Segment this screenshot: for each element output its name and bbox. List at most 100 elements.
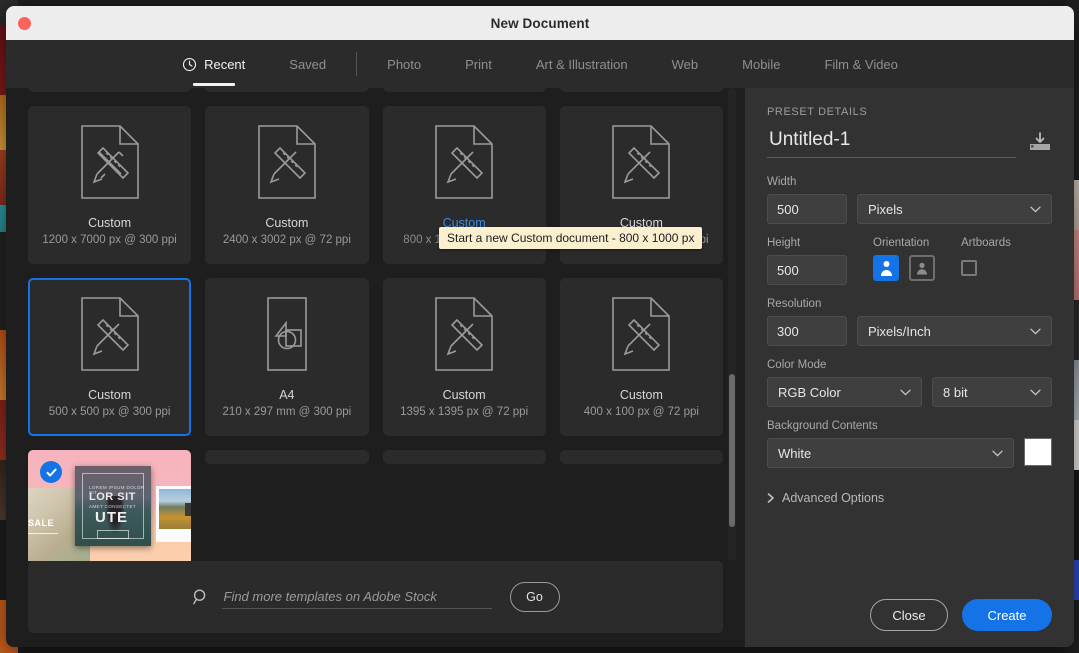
preset-details-heading: PRESET DETAILS [767,106,868,118]
height-label: Height [767,237,801,249]
tab-recent-label: Recent [204,56,246,72]
stock-search-go-button[interactable]: Go [509,582,560,612]
tab-film-label: Film & Video [824,56,898,72]
resolution-label: Resolution [767,298,822,310]
preset-card-partial[interactable] [28,88,192,92]
artboards-checkbox[interactable] [961,260,977,276]
width-unit-value: Pixels [868,201,903,217]
stock-search-input[interactable] [221,585,492,609]
orientation-label: Orientation [873,237,930,249]
preset-card[interactable]: Custom 2400 x 3002 px @ 72 ppi [205,106,369,264]
tab-print-label: Print [465,56,492,72]
preset-card-selected[interactable]: Custom 500 x 500 px @ 300 ppi [28,278,192,436]
preset-card[interactable]: Custom 400 x 100 px @ 72 ppi [559,278,723,436]
document-name-input[interactable] [767,127,1016,158]
color-mode-select[interactable]: RGB Color [767,377,922,407]
tab-art-illustration[interactable]: Art & Illustration [514,40,650,88]
background-color-swatch[interactable] [1024,438,1052,466]
thumbnail-image-center: LOREM IPSUM DOLOR SIT LOR SIT AMET CONSE… [75,466,151,546]
tab-mobile[interactable]: Mobile [720,40,802,88]
preset-card-partial[interactable] [382,450,546,464]
tab-art-label: Art & Illustration [535,56,628,72]
color-mode-row: RGB Color 8 bit [767,377,1052,407]
preset-card-partial[interactable] [205,88,369,92]
width-label: Width [767,176,797,188]
preset-card-partial[interactable] [205,450,369,464]
tab-divider [356,52,358,76]
background-contents-row: White [767,438,1052,468]
height-group: Height [767,237,847,285]
preset-card-subtitle: 500 x 500 px @ 300 ppi [48,406,171,418]
vertical-scrollbar[interactable] [728,88,736,561]
document-pencil-ruler-icon [435,297,493,371]
portrait-icon [880,261,892,276]
document-name-row [767,127,1052,158]
height-input[interactable] [767,255,847,285]
search-icon [192,589,205,605]
stock-template-card[interactable]: SALE LOREM IPSUM DOLOR SIT LOR SIT AMET … [28,450,192,561]
new-document-dialog: New Document Recent Saved Photo Print Ar… [6,6,1074,647]
chevron-down-icon [992,450,1003,457]
scrollbar-thumb[interactable] [729,374,735,527]
document-pencil-ruler-icon [258,125,316,199]
save-preset-icon[interactable] [1028,132,1052,152]
background-contents-select[interactable]: White [767,438,1014,468]
sale-underline [28,533,58,534]
check-icon [40,461,62,483]
preset-card-subtitle: 1200 x 7000 px @ 300 ppi [42,234,177,246]
tab-film-video[interactable]: Film & Video [802,40,919,88]
preset-card-partial[interactable] [559,88,723,92]
bit-depth-select[interactable]: 8 bit [932,377,1052,407]
stock-template-thumbnail: SALE LOREM IPSUM DOLOR SIT LOR SIT AMET … [28,450,192,561]
artboard-shapes-icon [267,297,307,371]
resolution-unit-select[interactable]: Pixels/Inch [857,316,1052,346]
resolution-input[interactable] [767,316,847,346]
category-tabbar: Recent Saved Photo Print Art & Illustrat… [6,40,1074,88]
color-mode-label: Color Mode [767,359,827,371]
tab-recent[interactable]: Recent [160,40,267,88]
preset-card-title: Custom [442,388,486,402]
color-mode-value: RGB Color [778,384,841,400]
sale-label: SALE [28,518,55,528]
tab-photo-label: Photo [387,56,422,72]
width-input[interactable] [767,194,847,224]
tab-saved[interactable]: Saved [267,40,348,88]
tab-photo[interactable]: Photo [365,40,443,88]
create-button[interactable]: Create [962,599,1052,631]
preset-card[interactable]: Custom 1200 x 7000 px @ 300 ppi [28,106,192,264]
advanced-options-toggle[interactable]: Advanced Options [767,491,1052,505]
preset-card-subtitle: 210 x 297 mm @ 300 ppi [222,406,352,418]
dialog-titlebar: New Document [6,6,1074,40]
preset-card-partial[interactable] [559,450,723,464]
dialog-body: Custom 1200 x 7000 px @ 300 ppi Custom 2… [6,88,1074,647]
preset-card-title: Custom [88,216,132,230]
close-window-button[interactable] [18,17,31,30]
templates-pane: Custom 1200 x 7000 px @ 300 ppi Custom 2… [6,88,745,647]
thumbnail-photo [159,489,192,529]
preset-tooltip: Start a new Custom document - 800 x 1000… [439,227,703,249]
advanced-options-label: Advanced Options [782,491,885,505]
landscape-orientation-button[interactable] [909,255,935,281]
preset-card-title: Custom [265,216,309,230]
thumbnail-image-right [156,486,192,542]
resolution-unit-value: Pixels/Inch [868,323,931,339]
tab-print[interactable]: Print [443,40,514,88]
close-button[interactable]: Close [870,599,948,631]
chevron-down-icon [1030,206,1041,213]
preset-grid-scroll-area[interactable]: Custom 1200 x 7000 px @ 300 ppi Custom 2… [6,88,745,561]
chevron-down-icon [900,389,911,396]
width-row: Pixels [767,194,1052,224]
width-unit-select[interactable]: Pixels [857,194,1052,224]
artboards-group: Artboards [961,237,1011,276]
preset-card[interactable]: A4 210 x 297 mm @ 300 ppi [205,278,369,436]
preset-card-partial[interactable] [382,88,546,92]
preset-card[interactable]: Custom 1395 x 1395 px @ 72 ppi [382,278,546,436]
landscape-icon [917,262,927,275]
document-pencil-ruler-icon [612,297,671,371]
poster-line-4: UTE [95,509,128,526]
portrait-orientation-button[interactable] [873,255,899,281]
tab-web[interactable]: Web [650,40,721,88]
chevron-down-icon [1030,328,1041,335]
chevron-right-icon [767,493,774,503]
background-contents-label: Background Contents [767,420,878,432]
